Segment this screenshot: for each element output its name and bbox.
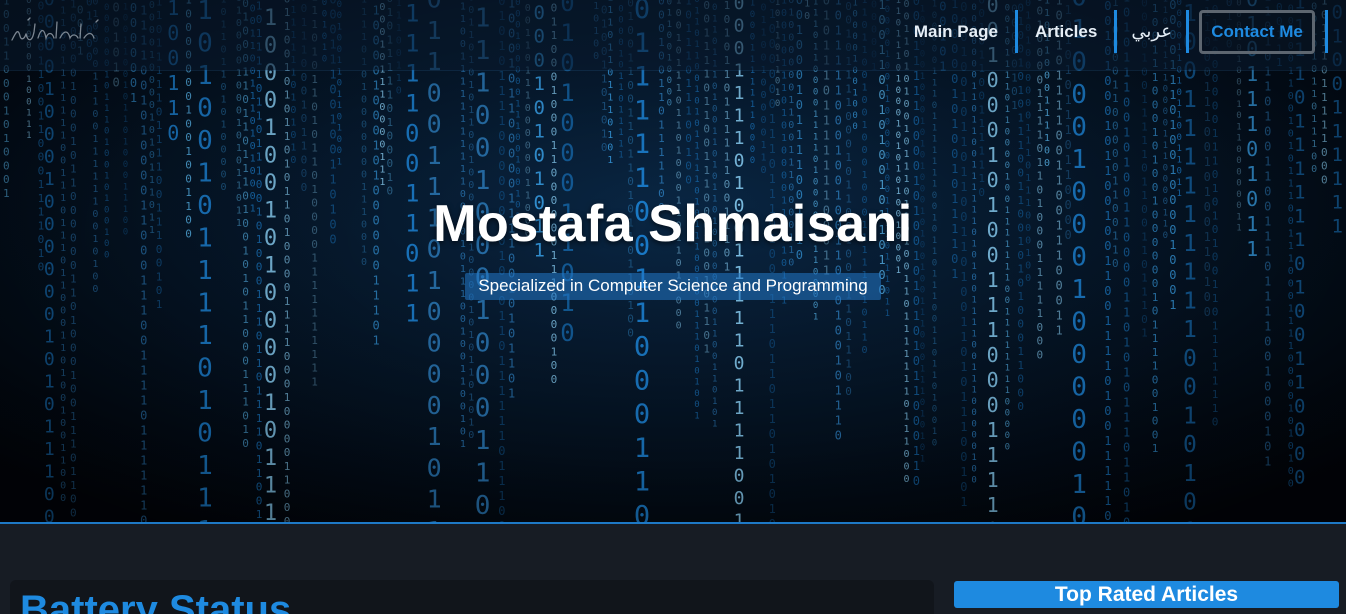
- matrix-digit-column: 1011001110100001011: [427, 0, 442, 522]
- matrix-digit-column: 10100000111101001111101111001: [734, 0, 745, 522]
- binary-matrix-background: 0110011000101000110010010010001000000011…: [0, 0, 1346, 522]
- matrix-digit-column: 01010101111000000001010110111111011100: [498, 0, 505, 522]
- hero-banner: 0110011000101000110010010010001000000011…: [0, 0, 1346, 524]
- battery-status-heading: Battery Status: [20, 588, 292, 614]
- matrix-digit-column: 0101111011011100101000111011011110110011: [256, 0, 263, 522]
- matrix-digit-column: 1000010111110011000110: [634, 0, 650, 522]
- matrix-digit-column: 11110010001000110: [475, 0, 491, 521]
- top-rated-articles-header: Top Rated Articles: [954, 581, 1339, 608]
- matrix-digit-column: 0011010111001010011000011010101110110101: [1123, 0, 1130, 522]
- nav-link-arabic[interactable]: عربي: [1117, 10, 1189, 53]
- matrix-digit-column: 11000100101000010111: [264, 0, 277, 522]
- page: 0110011000101000110010010010001000000011…: [0, 0, 1346, 614]
- matrix-digit-column: 0001000101000101100100110011110100111110…: [1104, 0, 1111, 522]
- matrix-digit-column: 1000110000010001011000000110100010011101…: [70, 0, 77, 522]
- hero-subtitle-wrap: Specialized in Computer Science and Prog…: [0, 273, 1346, 300]
- matrix-digit-column: 00000000010001000000101011100: [44, 0, 55, 522]
- matrix-digit-column: 0001111110010100001100011100111101111110…: [140, 0, 147, 522]
- matrix-digit-column: 111100010001010011100011110: [987, 0, 999, 522]
- hero-subtitle: Specialized in Computer Science and Prog…: [465, 273, 881, 300]
- nav-contact-wrap: Contact Me: [1189, 9, 1328, 54]
- nav-link-main-page[interactable]: Main Page: [897, 10, 1018, 53]
- battery-status-card: Battery Status: [10, 580, 934, 614]
- top-navbar: Main Page Articles عربي Contact Me: [0, 0, 1346, 70]
- contact-me-button[interactable]: Contact Me: [1199, 9, 1315, 54]
- matrix-digit-column: 110100101111010111: [197, 0, 213, 522]
- matrix-digit-column: 0111011001010110101101000011110001000011…: [284, 0, 291, 522]
- nav-links: Main Page Articles عربي Contact Me: [897, 9, 1328, 54]
- matrix-digit-column: 010111001111111110010101: [1183, 0, 1197, 522]
- basmala-logo-icon[interactable]: [8, 14, 103, 48]
- matrix-digit-column: 1110001000010010110110011010011010111001…: [960, 0, 967, 509]
- hero-title: Mostafa Shmaisani: [433, 195, 913, 253]
- nav-link-articles[interactable]: Articles: [1018, 10, 1118, 53]
